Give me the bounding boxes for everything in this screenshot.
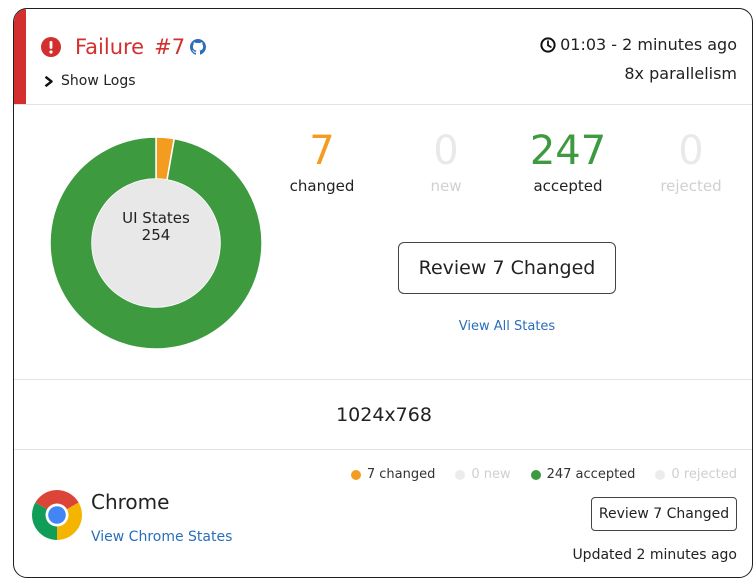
donut-total: 254 <box>141 226 171 244</box>
mini-stat-changed-label: 7 changed <box>366 467 436 482</box>
browser-row-chrome: Chrome View Chrome States 7 changed 0 ne… <box>14 450 752 577</box>
build-card: Failure #7 Show Logs 01:03 - 2 minutes a… <box>13 8 753 578</box>
ui-states-summary: UI States 254 7 changed 0 new 247 accept… <box>14 105 752 380</box>
mini-stat-new: 0 new <box>455 467 511 482</box>
build-header: Failure #7 Show Logs 01:03 - 2 minutes a… <box>14 9 752 105</box>
timing-label: 01:03 - 2 minutes ago <box>560 35 737 54</box>
show-logs-label: Show Logs <box>61 73 136 89</box>
stat-rejected-value: 0 <box>678 128 704 174</box>
stat-accepted-value: 247 <box>529 128 607 174</box>
stat-accepted: 247 accepted <box>513 125 623 195</box>
stat-changed-label: changed <box>289 177 355 195</box>
github-icon[interactable] <box>190 39 207 55</box>
build-status: Failure #7 <box>41 35 207 59</box>
mini-stat-accepted-label: 247 accepted <box>546 467 636 482</box>
chrome-logo <box>32 490 82 540</box>
status-label: Failure <box>75 35 145 59</box>
show-logs-toggle[interactable]: Show Logs <box>44 73 136 89</box>
clock-icon <box>540 36 556 53</box>
stat-changed: 7 changed <box>267 125 377 195</box>
stat-new-label: new <box>430 177 462 195</box>
resolution-section: 1024x768 <box>14 380 752 450</box>
browser-stats: 7 changed 0 new 247 accepted 0 rejected <box>331 467 737 482</box>
donut-title: UI States <box>122 209 190 227</box>
stat-new: 0 new <box>391 125 501 195</box>
accepted-dot-icon <box>530 469 541 480</box>
stat-new-value: 0 <box>433 128 459 174</box>
mini-stat-rejected-label: 0 rejected <box>671 467 737 482</box>
parallelism-label: 8x parallelism <box>624 64 737 83</box>
chevron-right-icon <box>44 75 53 87</box>
build-number[interactable]: #7 <box>154 35 185 59</box>
stat-rejected-label: rejected <box>660 177 722 195</box>
rejected-dot-icon <box>655 469 666 480</box>
build-timing: 01:03 - 2 minutes ago <box>540 35 737 54</box>
review-changed-button[interactable]: Review 7 Changed <box>398 242 616 294</box>
stat-changed-value: 7 <box>309 128 335 174</box>
mini-stat-rejected: 0 rejected <box>655 467 737 482</box>
stat-rejected: 0 rejected <box>636 125 746 195</box>
resolution-label: 1024x768 <box>336 404 432 426</box>
changed-dot-icon <box>350 469 361 480</box>
mini-stat-changed: 7 changed <box>350 467 436 482</box>
updated-timestamp: Updated 2 minutes ago <box>572 547 737 563</box>
stat-accepted-label: accepted <box>533 177 603 195</box>
browser-review-changed-button[interactable]: Review 7 Changed <box>591 497 737 531</box>
mini-stat-accepted: 247 accepted <box>530 467 636 482</box>
view-all-states-link[interactable]: View All States <box>412 319 602 334</box>
donut-label: UI States 254 <box>50 210 262 244</box>
alert-circle-icon <box>41 37 61 57</box>
view-chrome-states-link[interactable]: View Chrome States <box>91 529 232 545</box>
browser-name: Chrome <box>91 490 170 514</box>
new-dot-icon <box>455 469 466 480</box>
mini-stat-new-label: 0 new <box>471 467 511 482</box>
